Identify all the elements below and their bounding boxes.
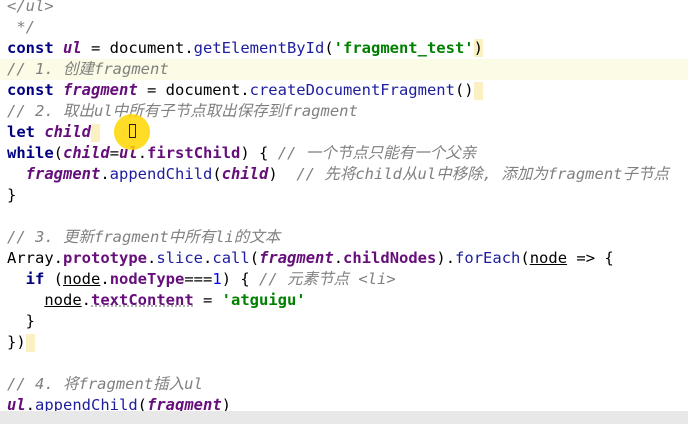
code-token: </ul> [7,0,54,15]
code-line[interactable]: </ul> [0,0,688,17]
code-line[interactable]: } [0,311,688,332]
code-line[interactable]: // 2. 取出ul中所有子节点取出保存到fragment [0,101,688,122]
comment-token: // 2. 取出ul中所有子节点取出保存到fragment [7,102,358,120]
code-token: . [100,270,110,288]
comment-token: // 一个节点只能有一个父亲 [277,144,477,162]
text-cursor-icon [129,124,136,138]
code-line[interactable]: */ [0,17,688,38]
code-token: . [81,291,91,309]
variable-token: ul [63,39,82,57]
keyword-token: let [7,123,45,141]
code-token: ( [53,144,64,162]
comment-token: // 元素节点 <li> [259,270,396,288]
variable-token: fragment [259,249,334,267]
code-token: ( [520,249,530,267]
code-line[interactable]: fragment.appendChild(child) // 先将child从u… [0,164,688,185]
code-token: */ [7,18,35,36]
code-token: => { [567,249,614,267]
variable-token: fragment [25,165,101,183]
code-token: () [454,81,474,99]
code-token: ) [473,39,483,57]
comment-token: // 1. 创建fragment [7,60,169,78]
code-token: } [7,312,35,330]
property-token: childNodes [343,249,437,267]
function-token: appendChild [109,165,213,183]
code-line[interactable]: }) [0,332,688,353]
code-token: ( [212,165,222,183]
code-line[interactable]: // 3. 更新fragment中所有li的文本 [0,227,688,248]
code-line[interactable]: while(child=ul.firstChild) { // 一个节点只能有一… [0,143,688,164]
code-token: ( [249,249,260,267]
code-token: . [333,249,344,267]
code-token: = document. [137,81,250,99]
code-token: . [100,165,110,183]
code-token: ). [436,249,456,267]
keyword-token: while [7,144,54,162]
variable-token: child [221,165,269,183]
code-token: }) [7,333,26,351]
code-line[interactable]: node.textContent = 'atguigu' [0,290,688,311]
code-line[interactable] [0,206,688,227]
function-token: slice [156,249,204,267]
code-token: Array. [7,249,63,267]
code-token: ) { [240,144,278,162]
property-token: textContent [91,291,194,309]
property-token: nodeType [109,270,185,288]
parameter-token: node [529,249,568,267]
code-token: ( [44,270,64,288]
keyword-token: if [25,270,45,288]
keyword-token: const [7,39,63,57]
code-line[interactable]: // 1. 创建fragment [0,59,688,80]
code-token: . [147,249,157,267]
comment-token: // 3. 更新fragment中所有li的文本 [7,228,281,246]
code-token: } [7,186,17,204]
code-line[interactable]: let child [0,122,688,143]
function-token: call [212,249,250,267]
variable-token: fragment [63,81,138,99]
code-token: = [193,291,222,309]
code-token: === [184,270,213,288]
variable-token: child [44,123,91,141]
code-line[interactable]: if (node.nodeType===1) { // 元素节点 <li> [0,269,688,290]
code-line[interactable]: const fragment = document.createDocument… [0,80,688,101]
code-line[interactable]: } [0,185,688,206]
code-token: ) { [221,270,260,288]
code-token: ( [324,39,334,57]
brace-highlight [25,333,35,352]
code-line[interactable]: const ul = document.getElementById('frag… [0,38,688,59]
function-token: createDocumentFragment [249,81,455,99]
parameter-token: node [44,291,82,309]
code-token: ) [268,165,297,183]
code-token: = document. [81,39,194,57]
string-token: 'atguigu' [221,291,306,309]
number-token: 1 [212,270,222,288]
code-line[interactable] [0,353,688,374]
code-line[interactable]: // 4. 将fragment插入ul [0,374,688,395]
code-line[interactable]: Array.prototype.slice.call(fragment.chil… [0,248,688,269]
keyword-token: const [7,81,63,99]
code-editor[interactable]: </ul> */ const ul = document.getElementB… [0,0,688,414]
brace-highlight [91,123,100,142]
property-token: prototype [63,249,147,267]
brace-highlight [473,81,483,100]
comment-token: // 先将child从ul中移除, 添加为fragment子节点 [296,165,669,183]
function-token: forEach [455,249,521,267]
code-token: . [203,249,213,267]
parameter-token: node [63,270,101,288]
code-token: = [109,144,120,162]
variable-token: child [63,144,110,162]
function-token: getElementById [193,39,325,57]
string-token: 'fragment_test' [333,39,474,57]
horizontal-scrollbar[interactable] [0,411,688,424]
comment-token: // 4. 将fragment插入ul [7,375,203,393]
property-token: firstChild [147,144,241,162]
